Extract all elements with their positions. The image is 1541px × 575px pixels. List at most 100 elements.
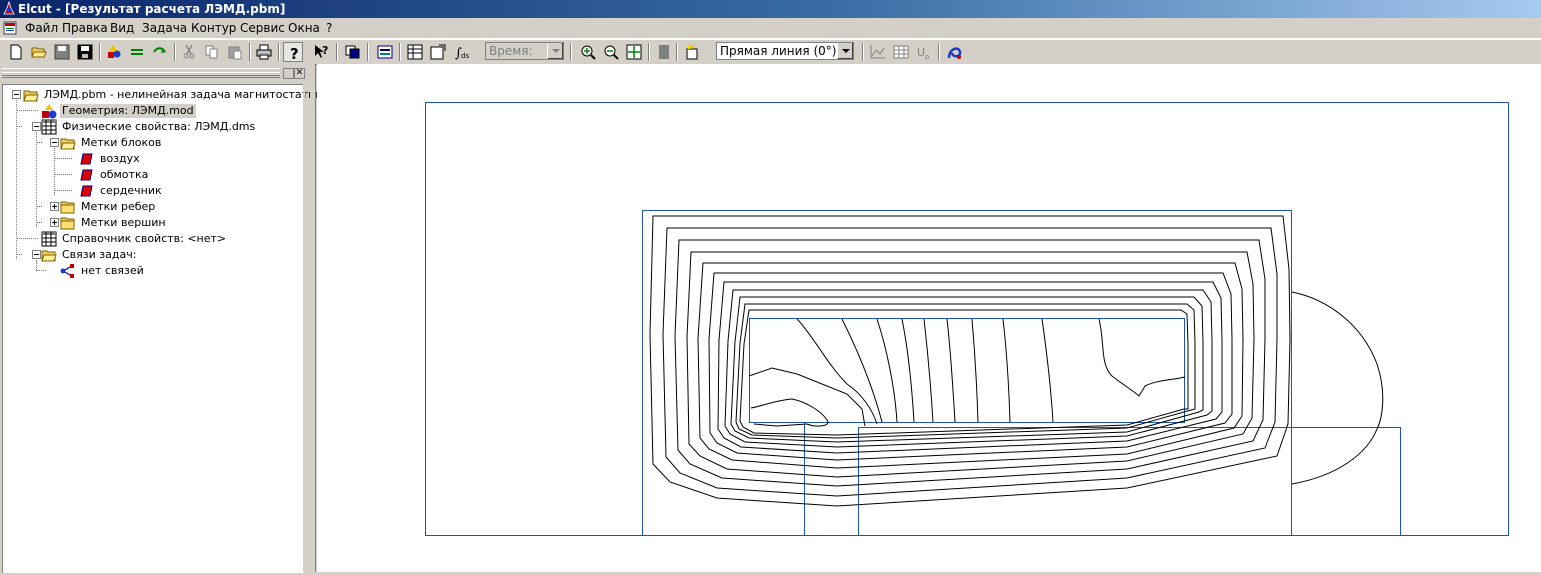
contour-integrals-button[interactable]: Up xyxy=(914,42,934,62)
tree-line xyxy=(36,206,42,207)
contour-type-select[interactable]: Прямая линия (0°) xyxy=(716,42,854,60)
elcut-logo-icon xyxy=(947,47,962,59)
block-label-icon xyxy=(80,185,93,197)
windows-icon xyxy=(345,45,360,59)
zoom-fit-icon xyxy=(626,44,642,60)
folder-icon xyxy=(60,217,75,230)
zoom-out-button[interactable] xyxy=(601,42,621,62)
flux-line xyxy=(1002,318,1011,423)
menu-file[interactable]: Файл xyxy=(25,21,58,35)
open-file-button[interactable] xyxy=(29,42,49,62)
local-values-button[interactable] xyxy=(405,42,425,62)
field-view-icon xyxy=(377,45,393,59)
new-contour-button[interactable] xyxy=(682,42,702,62)
problem-tree-panel: ✕ ЛЭМД.pbm - нелинейная задача магнитост… xyxy=(0,64,329,573)
panel-restore-button[interactable] xyxy=(283,68,294,79)
block-label-icon xyxy=(80,153,93,165)
zoom-in-button[interactable] xyxy=(578,42,598,62)
document-menu-icon[interactable] xyxy=(3,21,17,35)
windows-button[interactable] xyxy=(343,42,363,62)
elcut-app-icon[interactable] xyxy=(2,1,16,16)
tree-line xyxy=(36,270,46,271)
help-button[interactable]: ? xyxy=(283,42,303,62)
tree-line xyxy=(54,174,72,175)
panel-close-button[interactable]: ✕ xyxy=(294,68,305,79)
flux-line xyxy=(1098,318,1186,397)
copy-icon xyxy=(205,45,218,59)
stop-icon xyxy=(659,45,669,59)
tree-item-label: ЛЭМД.pbm - нелинейная задача магнитостат… xyxy=(44,88,329,101)
copy-button[interactable] xyxy=(202,42,222,62)
question-mark-icon: ? xyxy=(290,45,299,61)
menu-contour[interactable]: Контур xyxy=(191,21,236,35)
save-button[interactable] xyxy=(52,42,72,62)
scissors-icon xyxy=(183,44,195,59)
solve-button[interactable] xyxy=(150,42,170,62)
flux-line xyxy=(901,318,915,423)
geometry-button[interactable] xyxy=(104,42,124,62)
tree-item-label: Метки блоков xyxy=(81,136,162,149)
cut-button[interactable] xyxy=(179,42,199,62)
panel-splitter[interactable] xyxy=(310,64,316,572)
context-help-button[interactable]: ? xyxy=(312,42,332,62)
menu-help[interactable]: ? xyxy=(326,21,332,35)
tree-item-label: Справочник свойств: <нет> xyxy=(62,232,227,245)
expand-toggle[interactable] xyxy=(50,218,59,227)
paste-button[interactable] xyxy=(225,42,245,62)
toolbar-separator xyxy=(249,43,251,61)
chevron-down-icon[interactable] xyxy=(837,43,853,59)
folder-icon xyxy=(60,201,75,214)
plot-button[interactable] xyxy=(868,42,888,62)
expand-toggle[interactable] xyxy=(50,202,59,211)
menu-task[interactable]: Задача xyxy=(142,21,187,35)
flux-lines xyxy=(649,215,1384,507)
toolbar-separator xyxy=(938,43,940,61)
plot-icon xyxy=(870,45,885,59)
menu-service[interactable]: Сервис xyxy=(240,21,285,35)
time-select[interactable]: Время: xyxy=(485,42,564,60)
menu-windows[interactable]: Окна xyxy=(288,21,320,35)
physics-button[interactable] xyxy=(127,42,147,62)
menu-edit[interactable]: Правка xyxy=(62,21,108,35)
paste-icon xyxy=(228,46,242,60)
table-icon xyxy=(41,231,57,247)
collapse-toggle[interactable] xyxy=(50,138,59,147)
problem-tree: ЛЭМД.pbm - нелинейная задача магнитостат… xyxy=(2,84,329,573)
zoom-out-icon xyxy=(604,45,619,60)
postprocessor-button[interactable] xyxy=(945,42,965,62)
field-picture-canvas[interactable] xyxy=(317,64,1541,572)
integral-values-button[interactable] xyxy=(428,42,448,62)
geometry-shapes-icon xyxy=(42,104,57,119)
flux-line xyxy=(841,318,883,423)
panel-edge xyxy=(303,84,305,572)
flux-line xyxy=(1291,291,1384,485)
toolbar-separator xyxy=(99,43,101,61)
table-button[interactable] xyxy=(891,42,911,62)
field-plot[interactable] xyxy=(317,64,1541,572)
collapse-toggle[interactable] xyxy=(32,250,41,259)
menu-view[interactable]: Вид xyxy=(110,21,134,35)
integral-ds-button[interactable]: ∫ ds xyxy=(451,42,471,62)
stop-button[interactable] xyxy=(654,42,674,62)
toolbar-separator xyxy=(676,43,678,61)
open-folder-icon xyxy=(23,90,39,102)
new-file-button[interactable] xyxy=(6,42,26,62)
window-title: Elcut - [Результат расчета ЛЭМД.pbm] xyxy=(18,2,286,16)
toolbar: ? ? ∫ ds Время: Прямая линия (0°) Up xyxy=(0,39,1541,65)
integral-values-icon xyxy=(430,44,446,60)
toolbar-separator xyxy=(278,43,280,61)
collapse-toggle[interactable] xyxy=(12,90,21,99)
chevron-down-icon[interactable] xyxy=(547,43,563,59)
save-all-button[interactable] xyxy=(75,42,95,62)
tree-line xyxy=(54,158,72,159)
print-button[interactable] xyxy=(254,42,274,62)
flux-line xyxy=(649,215,1291,507)
flux-line xyxy=(971,318,979,423)
svg-text:U: U xyxy=(917,46,925,59)
zoom-fit-button[interactable] xyxy=(624,42,644,62)
tree-line xyxy=(36,142,42,143)
winding-window xyxy=(749,318,1185,423)
panel-gripper[interactable] xyxy=(2,68,280,78)
collapse-toggle[interactable] xyxy=(32,122,41,131)
field-view-button[interactable] xyxy=(375,42,395,62)
